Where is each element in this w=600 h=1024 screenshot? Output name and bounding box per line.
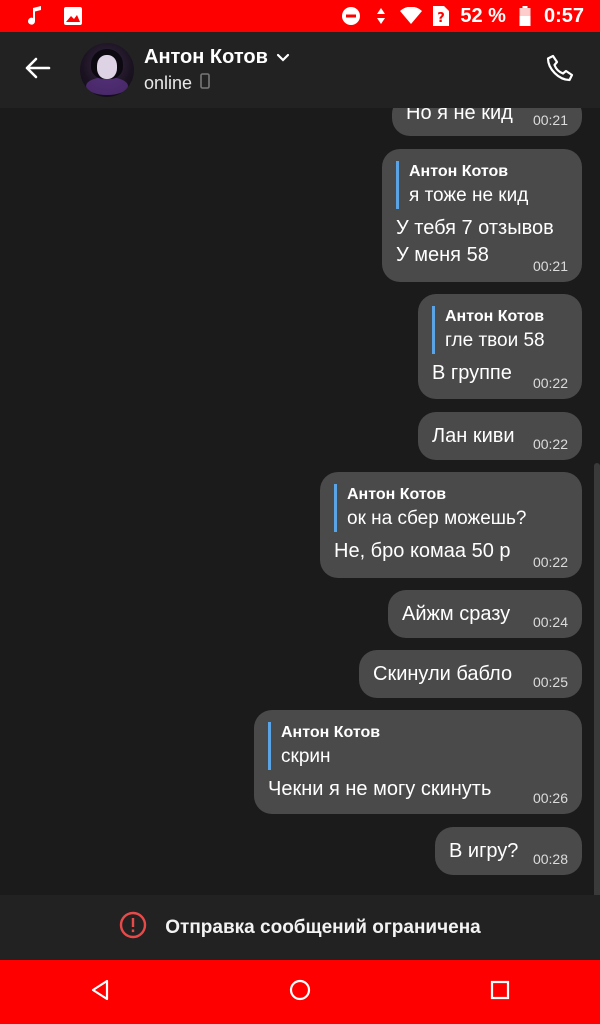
restricted-text: Отправка сообщений ограничена <box>165 916 481 938</box>
message-text: Айжм сразу <box>402 603 511 625</box>
wifi-icon <box>400 5 423 27</box>
exclamation-circle-icon <box>119 911 147 944</box>
message-time: 00:22 <box>532 375 568 391</box>
sim-unknown-icon: ? <box>430 5 452 27</box>
quote-text: я тоже не кид <box>409 185 529 206</box>
quote-text: ок на сбер можешь? <box>347 508 527 529</box>
back-button[interactable] <box>0 32 74 108</box>
avatar[interactable] <box>80 43 134 97</box>
message-text: Скинули бабло <box>373 663 513 685</box>
contact-status: online <box>144 73 193 93</box>
messaging-restricted-notice: Отправка сообщений ограничена <box>0 895 600 960</box>
contact-info[interactable]: Антон Котов online <box>144 46 290 94</box>
message-text: У тебя 7 отзывов <box>396 217 554 239</box>
contact-name: Антон Котов <box>144 46 268 68</box>
svg-text:?: ? <box>438 11 446 26</box>
recents-square-icon <box>490 980 510 1005</box>
nav-recents-button[interactable] <box>468 960 532 1024</box>
message-bubble[interactable]: Антон Котов скрин Чекни я не могу скинут… <box>254 710 582 814</box>
data-arrows-icon <box>370 5 392 27</box>
message-text: В игру? <box>449 840 519 862</box>
reply-quote[interactable]: Антон Котов ок на сбер можешь? <box>334 484 568 532</box>
quote-author: Антон Котов <box>347 486 447 503</box>
message-time: 00:25 <box>532 674 568 690</box>
message-time: 00:22 <box>532 436 568 452</box>
battery-icon <box>514 5 536 27</box>
do-not-disturb-icon <box>340 5 362 27</box>
mobile-device-icon <box>200 73 210 94</box>
message-text: Но я не кид <box>406 108 513 124</box>
quote-text: гле твои 58 <box>445 330 545 351</box>
reply-quote[interactable]: Антон Котов гле твои 58 <box>432 306 568 354</box>
app-root: ? 52 % 0:57 Антон Котов online Но я не к… <box>0 0 600 1024</box>
chat-header: Антон Котов online <box>0 32 600 108</box>
image-icon <box>62 5 84 27</box>
message-time: 00:24 <box>532 614 568 630</box>
music-note-icon <box>24 5 46 27</box>
message-time: 00:26 <box>532 790 568 806</box>
nav-home-button[interactable] <box>268 960 332 1024</box>
clock: 0:57 <box>543 4 584 27</box>
scrollbar-thumb[interactable] <box>594 463 600 895</box>
message-text: Чекни я не могу скинуть <box>268 778 492 800</box>
home-circle-icon <box>289 979 311 1006</box>
message-bubble[interactable]: Айжм сразу 00:24 <box>388 590 582 638</box>
nav-back-button[interactable] <box>68 960 132 1024</box>
message-time: 00:21 <box>532 112 568 128</box>
quote-author: Антон Котов <box>281 724 381 741</box>
message-list[interactable]: Но я не кид 00:21 Антон Котов я тоже не … <box>0 108 600 895</box>
quote-text: скрин <box>281 746 331 767</box>
quote-author: Антон Котов <box>445 308 545 325</box>
message-time: 00:28 <box>532 851 568 867</box>
reply-quote[interactable]: Антон Котов скрин <box>268 722 568 770</box>
message-time: 00:22 <box>532 554 568 570</box>
message-bubble[interactable]: Антон Котов гле твои 58 В группе 00:22 <box>418 294 582 399</box>
system-nav-bar <box>0 960 600 1024</box>
message-bubble[interactable]: Лан киви 00:22 <box>418 412 582 460</box>
battery-percent: 52 % <box>460 4 506 27</box>
chevron-down-icon <box>276 46 290 69</box>
message-time: 00:21 <box>532 258 568 274</box>
back-arrow-icon <box>23 56 51 85</box>
phone-icon <box>545 53 575 88</box>
quote-author: Антон Котов <box>409 163 509 180</box>
back-triangle-icon <box>90 979 110 1006</box>
message-bubble[interactable]: В игру? 00:28 <box>435 827 582 875</box>
message-text: Лан киви <box>432 425 515 447</box>
status-bar: ? 52 % 0:57 <box>0 0 600 32</box>
reply-quote[interactable]: Антон Котов я тоже не кид <box>396 161 568 209</box>
message-bubble[interactable]: Антон Котов ок на сбер можешь? Не, бро к… <box>320 472 582 578</box>
message-bubble[interactable]: Но я не кид 00:21 <box>392 108 582 136</box>
message-bubble[interactable]: Антон Котов я тоже не кид У тебя 7 отзыв… <box>382 149 582 282</box>
call-button[interactable] <box>520 32 600 108</box>
message-bubble[interactable]: Скинули бабло 00:25 <box>359 650 582 698</box>
